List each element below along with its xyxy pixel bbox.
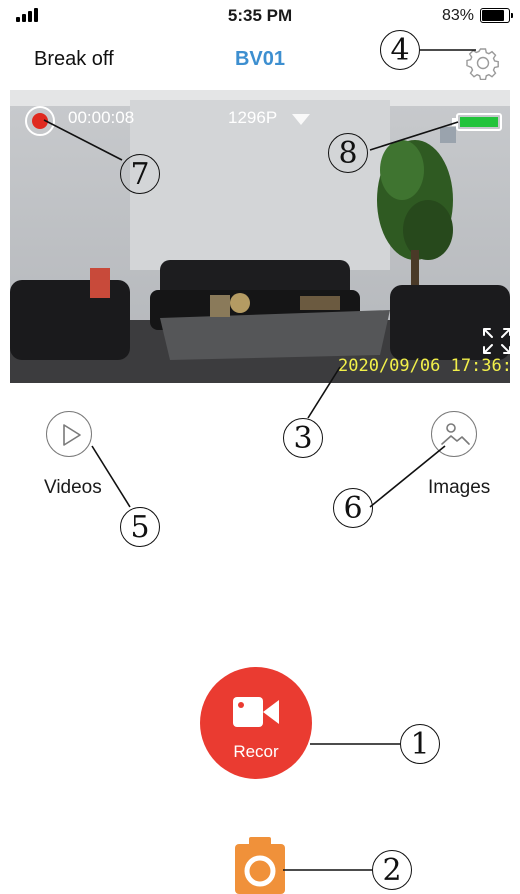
caret-down-icon[interactable] xyxy=(292,114,310,125)
recording-indicator xyxy=(25,106,55,136)
annotation-5: 5 xyxy=(120,507,160,547)
annotation-8: 8 xyxy=(328,133,368,173)
videos-button[interactable] xyxy=(46,411,92,457)
video-camera-icon xyxy=(233,697,279,727)
annotation-1: 1 xyxy=(400,724,440,764)
images-label: Images xyxy=(428,477,491,498)
video-preview[interactable]: 00:00:08 1296P 2020/09/06 17:36:52 xyxy=(10,90,510,383)
device-title: BV01 xyxy=(234,48,286,70)
battery-percent: 83% xyxy=(441,7,474,24)
status-bar: 5:35 PM 83% xyxy=(0,0,520,32)
annotation-4: 4 xyxy=(380,30,420,70)
recording-time: 00:00:08 xyxy=(68,108,135,127)
image-icon xyxy=(441,423,470,445)
record-label: Recor xyxy=(233,742,279,761)
resolution-selector[interactable]: 1296P xyxy=(228,108,277,128)
fullscreen-icon[interactable] xyxy=(480,325,510,357)
images-button[interactable] xyxy=(431,411,477,457)
room-scene-image xyxy=(10,90,510,383)
record-dot-icon xyxy=(32,113,48,129)
record-button[interactable]: Recor xyxy=(200,667,312,779)
play-icon xyxy=(63,424,81,446)
annotation-6: 6 xyxy=(333,488,373,528)
annotation-2: 2 xyxy=(372,850,412,890)
annotation-3: 3 xyxy=(283,418,323,458)
video-timestamp: 2020/09/06 17:36:52 xyxy=(338,356,510,376)
camera-icon[interactable] xyxy=(235,834,285,894)
nav-bar: Break off BV01 xyxy=(0,36,520,86)
battery-icon xyxy=(480,8,513,23)
camera-battery-icon xyxy=(452,113,502,131)
gear-icon[interactable] xyxy=(466,46,500,80)
videos-label: Videos xyxy=(44,477,102,498)
annotation-7: 7 xyxy=(120,154,160,194)
